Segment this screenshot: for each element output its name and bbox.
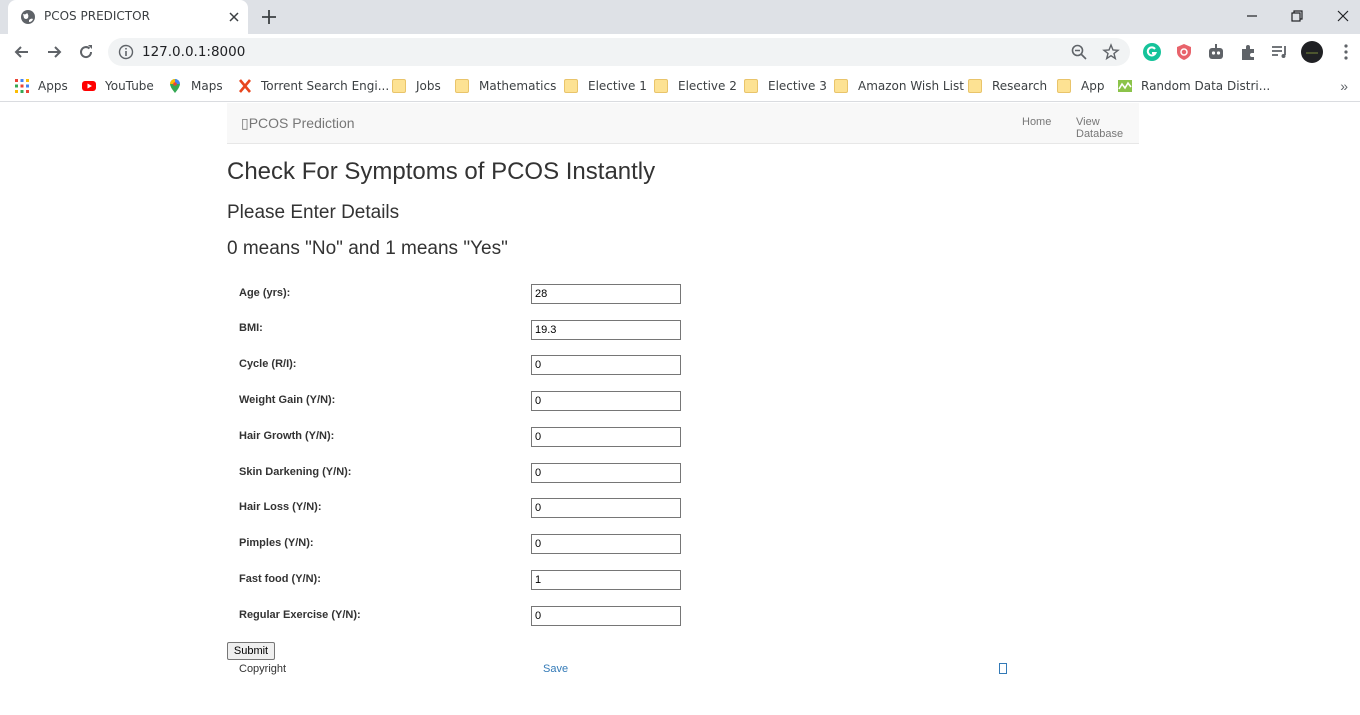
nav-link-home[interactable]: Home xyxy=(1022,116,1051,128)
tab-strip: PCOS PREDICTOR xyxy=(0,0,1360,34)
bookmark-label: App xyxy=(1081,79,1105,93)
menu-kebab-icon[interactable] xyxy=(1336,42,1356,62)
folder-icon xyxy=(654,79,668,93)
restore-icon[interactable] xyxy=(1287,6,1307,26)
youtube-icon xyxy=(82,81,96,91)
folder-icon xyxy=(968,79,982,93)
bookmark-label: Elective 2 xyxy=(678,79,737,93)
bookmark-label: Research xyxy=(992,79,1048,93)
bookmark-label: Amazon Wish List xyxy=(858,79,964,93)
fast-food-input[interactable] xyxy=(531,570,681,590)
bookmark-torrent[interactable]: Torrent Search Engi... xyxy=(237,76,389,96)
bookmark-jobs[interactable]: Jobs xyxy=(392,76,441,96)
bookmark-label: YouTube xyxy=(105,79,154,93)
minimize-icon[interactable] xyxy=(1242,6,1262,26)
bookmark-star-icon[interactable] xyxy=(1102,43,1120,61)
folder-icon xyxy=(455,79,469,93)
grammarly-icon[interactable] xyxy=(1142,42,1162,62)
bookmark-elective-3[interactable]: Elective 3 xyxy=(744,76,827,96)
footer-copyright: Copyright xyxy=(239,663,287,675)
page-title: Check For Symptoms of PCOS Instantly xyxy=(227,158,656,185)
cycle-label: Cycle (R/I): xyxy=(239,358,297,370)
footer-save-link[interactable]: Save xyxy=(543,663,568,675)
age-input[interactable] xyxy=(531,284,681,304)
bookmark-youtube[interactable]: YouTube xyxy=(81,76,154,96)
browser-tab[interactable]: PCOS PREDICTOR xyxy=(8,0,248,34)
reload-icon[interactable] xyxy=(76,42,96,62)
hair-growth-input[interactable] xyxy=(531,427,681,447)
media-queue-icon[interactable] xyxy=(1270,42,1290,62)
bookmark-amazon-wish-list[interactable]: Amazon Wish List xyxy=(834,76,964,96)
skin-darkening-input[interactable] xyxy=(531,463,681,483)
bookmark-app[interactable]: App xyxy=(1057,76,1104,96)
folder-icon xyxy=(564,79,578,93)
close-tab-icon[interactable] xyxy=(226,9,242,25)
pimples-label: Pimples (Y/N): xyxy=(239,537,314,549)
folder-icon xyxy=(834,79,848,93)
bookmark-label: Random Data Distri... xyxy=(1141,79,1271,93)
bookmark-label: Apps xyxy=(38,79,68,93)
chart-icon xyxy=(1118,80,1132,92)
globe-icon xyxy=(21,10,35,24)
bookmark-elective-2[interactable]: Elective 2 xyxy=(654,76,737,96)
bookmarks-bar: Apps YouTube Maps Torrent Search Engi...… xyxy=(0,70,1360,102)
pimples-input[interactable] xyxy=(531,534,681,554)
bookmark-maps[interactable]: Maps xyxy=(167,76,223,96)
page-subtitle: Please Enter Details xyxy=(227,202,400,223)
nav-link-view-database[interactable]: View Database xyxy=(1076,116,1139,140)
bookmark-label: Elective 3 xyxy=(768,79,827,93)
folder-icon xyxy=(392,79,406,93)
submit-button[interactable]: Submit xyxy=(227,642,275,660)
navbar-brand[interactable]: ▯PCOS Prediction xyxy=(241,115,355,132)
regular-exercise-label: Regular Exercise (Y/N): xyxy=(239,609,361,621)
bookmark-label: Elective 1 xyxy=(588,79,647,93)
robot-icon[interactable] xyxy=(1206,42,1226,62)
maps-pin-icon xyxy=(170,79,180,93)
age-label: Age (yrs): xyxy=(239,287,291,299)
bookmark-label: Maps xyxy=(191,79,223,93)
weight-gain-label: Weight Gain (Y/N): xyxy=(239,394,336,406)
bookmarks-overflow-button[interactable]: » xyxy=(1340,78,1348,94)
url-text[interactable]: 127.0.0.1:8000 xyxy=(142,44,245,60)
cycle-input[interactable] xyxy=(531,355,681,375)
bookmark-label: Mathematics xyxy=(479,79,557,93)
regular-exercise-input[interactable] xyxy=(531,606,681,626)
bookmark-elective-1[interactable]: Elective 1 xyxy=(564,76,647,96)
weight-gain-input[interactable] xyxy=(531,391,681,411)
bookmark-research[interactable]: Research xyxy=(968,76,1047,96)
close-window-icon[interactable] xyxy=(1333,6,1353,26)
tab-title: PCOS PREDICTOR xyxy=(44,9,150,23)
new-tab-icon[interactable] xyxy=(260,8,278,26)
bmi-label: BMI: xyxy=(239,322,263,334)
bookmark-label: Torrent Search Engi... xyxy=(261,79,390,93)
bookmark-label: Jobs xyxy=(416,79,441,93)
fast-food-label: Fast food (Y/N): xyxy=(239,573,321,585)
back-arrow-icon[interactable] xyxy=(12,42,32,62)
zoom-icon[interactable] xyxy=(1070,43,1088,61)
apps-grid-icon xyxy=(15,79,29,93)
puzzle-extensions-icon[interactable] xyxy=(1238,42,1258,62)
browser-toolbar: 127.0.0.1:8000 xyxy=(0,34,1360,70)
bmi-input[interactable] xyxy=(531,320,681,340)
bookmark-mathematics[interactable]: Mathematics xyxy=(455,76,556,96)
address-bar[interactable]: 127.0.0.1:8000 xyxy=(108,38,1130,66)
shield-icon[interactable] xyxy=(1174,42,1194,62)
hair-loss-label: Hair Loss (Y/N): xyxy=(239,501,322,513)
site-navbar: ▯PCOS Prediction Home View Database xyxy=(227,103,1139,144)
skin-darkening-label: Skin Darkening (Y/N): xyxy=(239,466,352,478)
forward-arrow-icon[interactable] xyxy=(44,42,64,62)
folder-icon xyxy=(1057,79,1071,93)
folder-icon xyxy=(744,79,758,93)
hair-growth-label: Hair Growth (Y/N): xyxy=(239,430,335,442)
brand-text: PCOS Prediction xyxy=(248,115,355,131)
hair-loss-input[interactable] xyxy=(531,498,681,518)
missing-glyph-icon xyxy=(999,663,1007,674)
bookmark-random-data[interactable]: Random Data Distri... xyxy=(1117,76,1270,96)
profile-avatar-icon[interactable] xyxy=(1301,41,1323,63)
site-info-icon[interactable] xyxy=(118,44,134,60)
bookmark-apps[interactable]: Apps xyxy=(14,76,68,96)
yes-no-hint: 0 means "No" and 1 means "Yes" xyxy=(227,238,508,259)
torrent-x-icon xyxy=(239,79,251,93)
